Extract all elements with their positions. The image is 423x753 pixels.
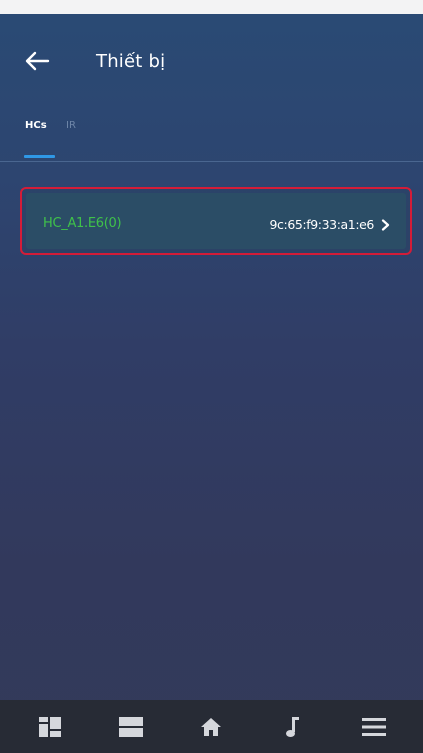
rooms-list-icon [119, 716, 143, 737]
menu-icon [362, 717, 386, 736]
nav-rooms[interactable] [101, 700, 161, 753]
home-icon [201, 717, 221, 736]
dashboard-icon [39, 716, 61, 737]
device-list-screen: Thiết bị HCs IR HC_A1.E6(0) 9c:65:f9:33:… [0, 14, 423, 753]
page-title: Thiết bị [96, 51, 166, 72]
bottom-navigation [0, 700, 423, 753]
app-header: Thiết bị [0, 14, 423, 84]
chevron-right-icon [381, 219, 390, 231]
device-name: HC_A1.E6(0) [43, 216, 122, 231]
nav-menu[interactable] [344, 700, 404, 753]
nav-dashboard[interactable] [20, 700, 80, 753]
device-mac-address: 9c:65:f9:33:a1:e6 [269, 217, 374, 232]
device-row[interactable]: HC_A1.E6(0) 9c:65:f9:33:a1:e6 [20, 187, 412, 255]
nav-home[interactable] [181, 700, 241, 753]
tab-hcs[interactable]: HCs [25, 120, 47, 131]
active-tab-indicator [24, 155, 55, 158]
tab-bar: HCs IR [0, 114, 423, 162]
arrow-left-icon[interactable] [24, 50, 50, 72]
tab-ir[interactable]: IR [66, 120, 76, 131]
music-note-icon [286, 716, 299, 737]
tabs-divider [0, 161, 423, 162]
nav-music[interactable] [263, 700, 323, 753]
